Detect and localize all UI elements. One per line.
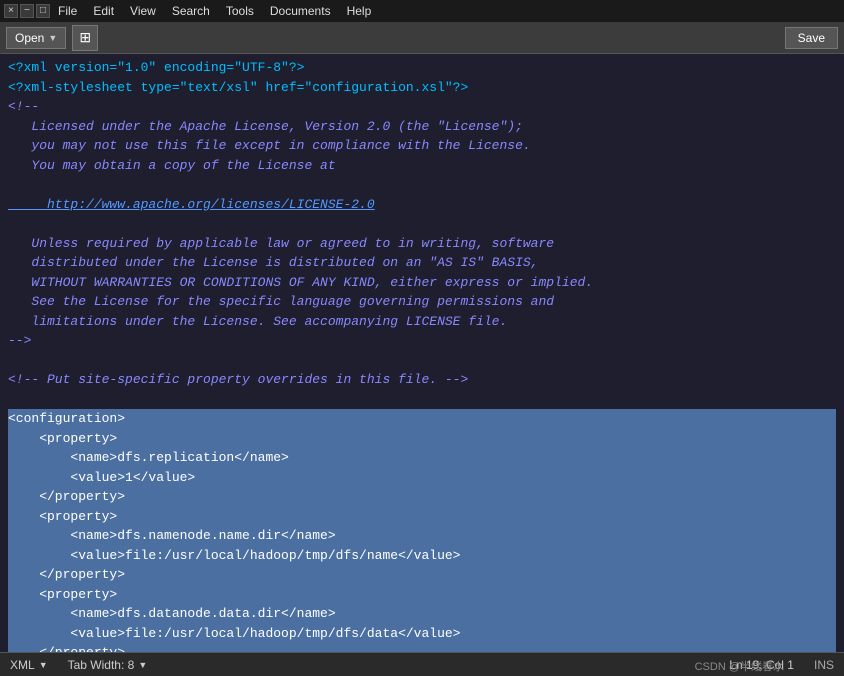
watermark: CSDN @半缕春水 (695, 658, 784, 674)
menu-documents[interactable]: Documents (268, 4, 333, 18)
status-bar: XML ▼ Tab Width: 8 ▼ CSDN @半缕春水 Ln 19, C… (0, 652, 844, 676)
code-line: WITHOUT WARRANTIES OR CONDITIONS OF ANY … (8, 273, 836, 293)
code-line: Licensed under the Apache License, Versi… (8, 117, 836, 137)
code-line: limitations under the License. See accom… (8, 312, 836, 332)
code-line: http://www.apache.org/licenses/LICENSE-2… (8, 195, 836, 215)
tab-width-selector[interactable]: Tab Width: 8 ▼ (68, 658, 148, 672)
open-dropdown-arrow: ▼ (48, 33, 57, 43)
save-button[interactable]: Save (785, 27, 838, 49)
format-arrow: ▼ (39, 660, 48, 670)
maximize-button[interactable]: □ (36, 4, 50, 18)
code-line: <name>dfs.replication</name> (8, 448, 836, 468)
icon-symbol: ⊞ (79, 29, 91, 46)
code-line: <value>file:/usr/local/hadoop/tmp/dfs/na… (8, 546, 836, 566)
code-line: See the License for the specific languag… (8, 292, 836, 312)
code-line: </property> (8, 565, 836, 585)
format-selector[interactable]: XML ▼ (10, 658, 48, 672)
code-line: <property> (8, 585, 836, 605)
code-line: Unless required by applicable law or agr… (8, 234, 836, 254)
menu-search[interactable]: Search (170, 4, 212, 18)
menu-view[interactable]: View (128, 4, 158, 18)
code-line: <property> (8, 429, 836, 449)
close-button[interactable]: × (4, 4, 18, 18)
code-line: <value>1</value> (8, 468, 836, 488)
open-button[interactable]: Open ▼ (6, 27, 66, 49)
code-line (8, 390, 836, 410)
code-line: --> (8, 331, 836, 351)
icon-button[interactable]: ⊞ (72, 25, 98, 51)
menu-help[interactable]: Help (345, 4, 374, 18)
menu-bar: File Edit View Search Tools Documents He… (56, 4, 373, 18)
tab-width-label: Tab Width: 8 (68, 658, 135, 672)
code-line: <?xml-stylesheet type="text/xsl" href="c… (8, 78, 836, 98)
code-line: </property> (8, 643, 836, 652)
code-line: <?xml version="1.0" encoding="UTF-8"?> (8, 58, 836, 78)
code-line: <name>dfs.namenode.name.dir</name> (8, 526, 836, 546)
window-controls[interactable]: × − □ (4, 4, 50, 18)
open-label: Open (15, 31, 44, 45)
code-line: you may not use this file except in comp… (8, 136, 836, 156)
insert-mode: INS (814, 658, 834, 672)
format-label: XML (10, 658, 35, 672)
code-line: <!-- Put site-specific property override… (8, 370, 836, 390)
menu-edit[interactable]: Edit (91, 4, 116, 18)
code-line (8, 214, 836, 234)
code-line: <configuration> (8, 409, 836, 429)
title-bar: × − □ File Edit View Search Tools Docume… (0, 0, 844, 22)
tab-arrow: ▼ (138, 660, 147, 670)
menu-tools[interactable]: Tools (224, 4, 256, 18)
code-line: You may obtain a copy of the License at (8, 156, 836, 176)
code-line (8, 175, 836, 195)
minimize-button[interactable]: − (20, 4, 34, 18)
toolbar: Open ▼ ⊞ Save (0, 22, 844, 54)
code-line (8, 351, 836, 371)
menu-file[interactable]: File (56, 4, 79, 18)
code-line: <value>file:/usr/local/hadoop/tmp/dfs/da… (8, 624, 836, 644)
code-line: <!-- (8, 97, 836, 117)
code-line: </property> (8, 487, 836, 507)
code-line: <name>dfs.datanode.data.dir</name> (8, 604, 836, 624)
code-line: distributed under the License is distrib… (8, 253, 836, 273)
editor-area[interactable]: <?xml version="1.0" encoding="UTF-8"?><?… (0, 54, 844, 652)
code-container: <?xml version="1.0" encoding="UTF-8"?><?… (8, 58, 836, 652)
code-line: <property> (8, 507, 836, 527)
